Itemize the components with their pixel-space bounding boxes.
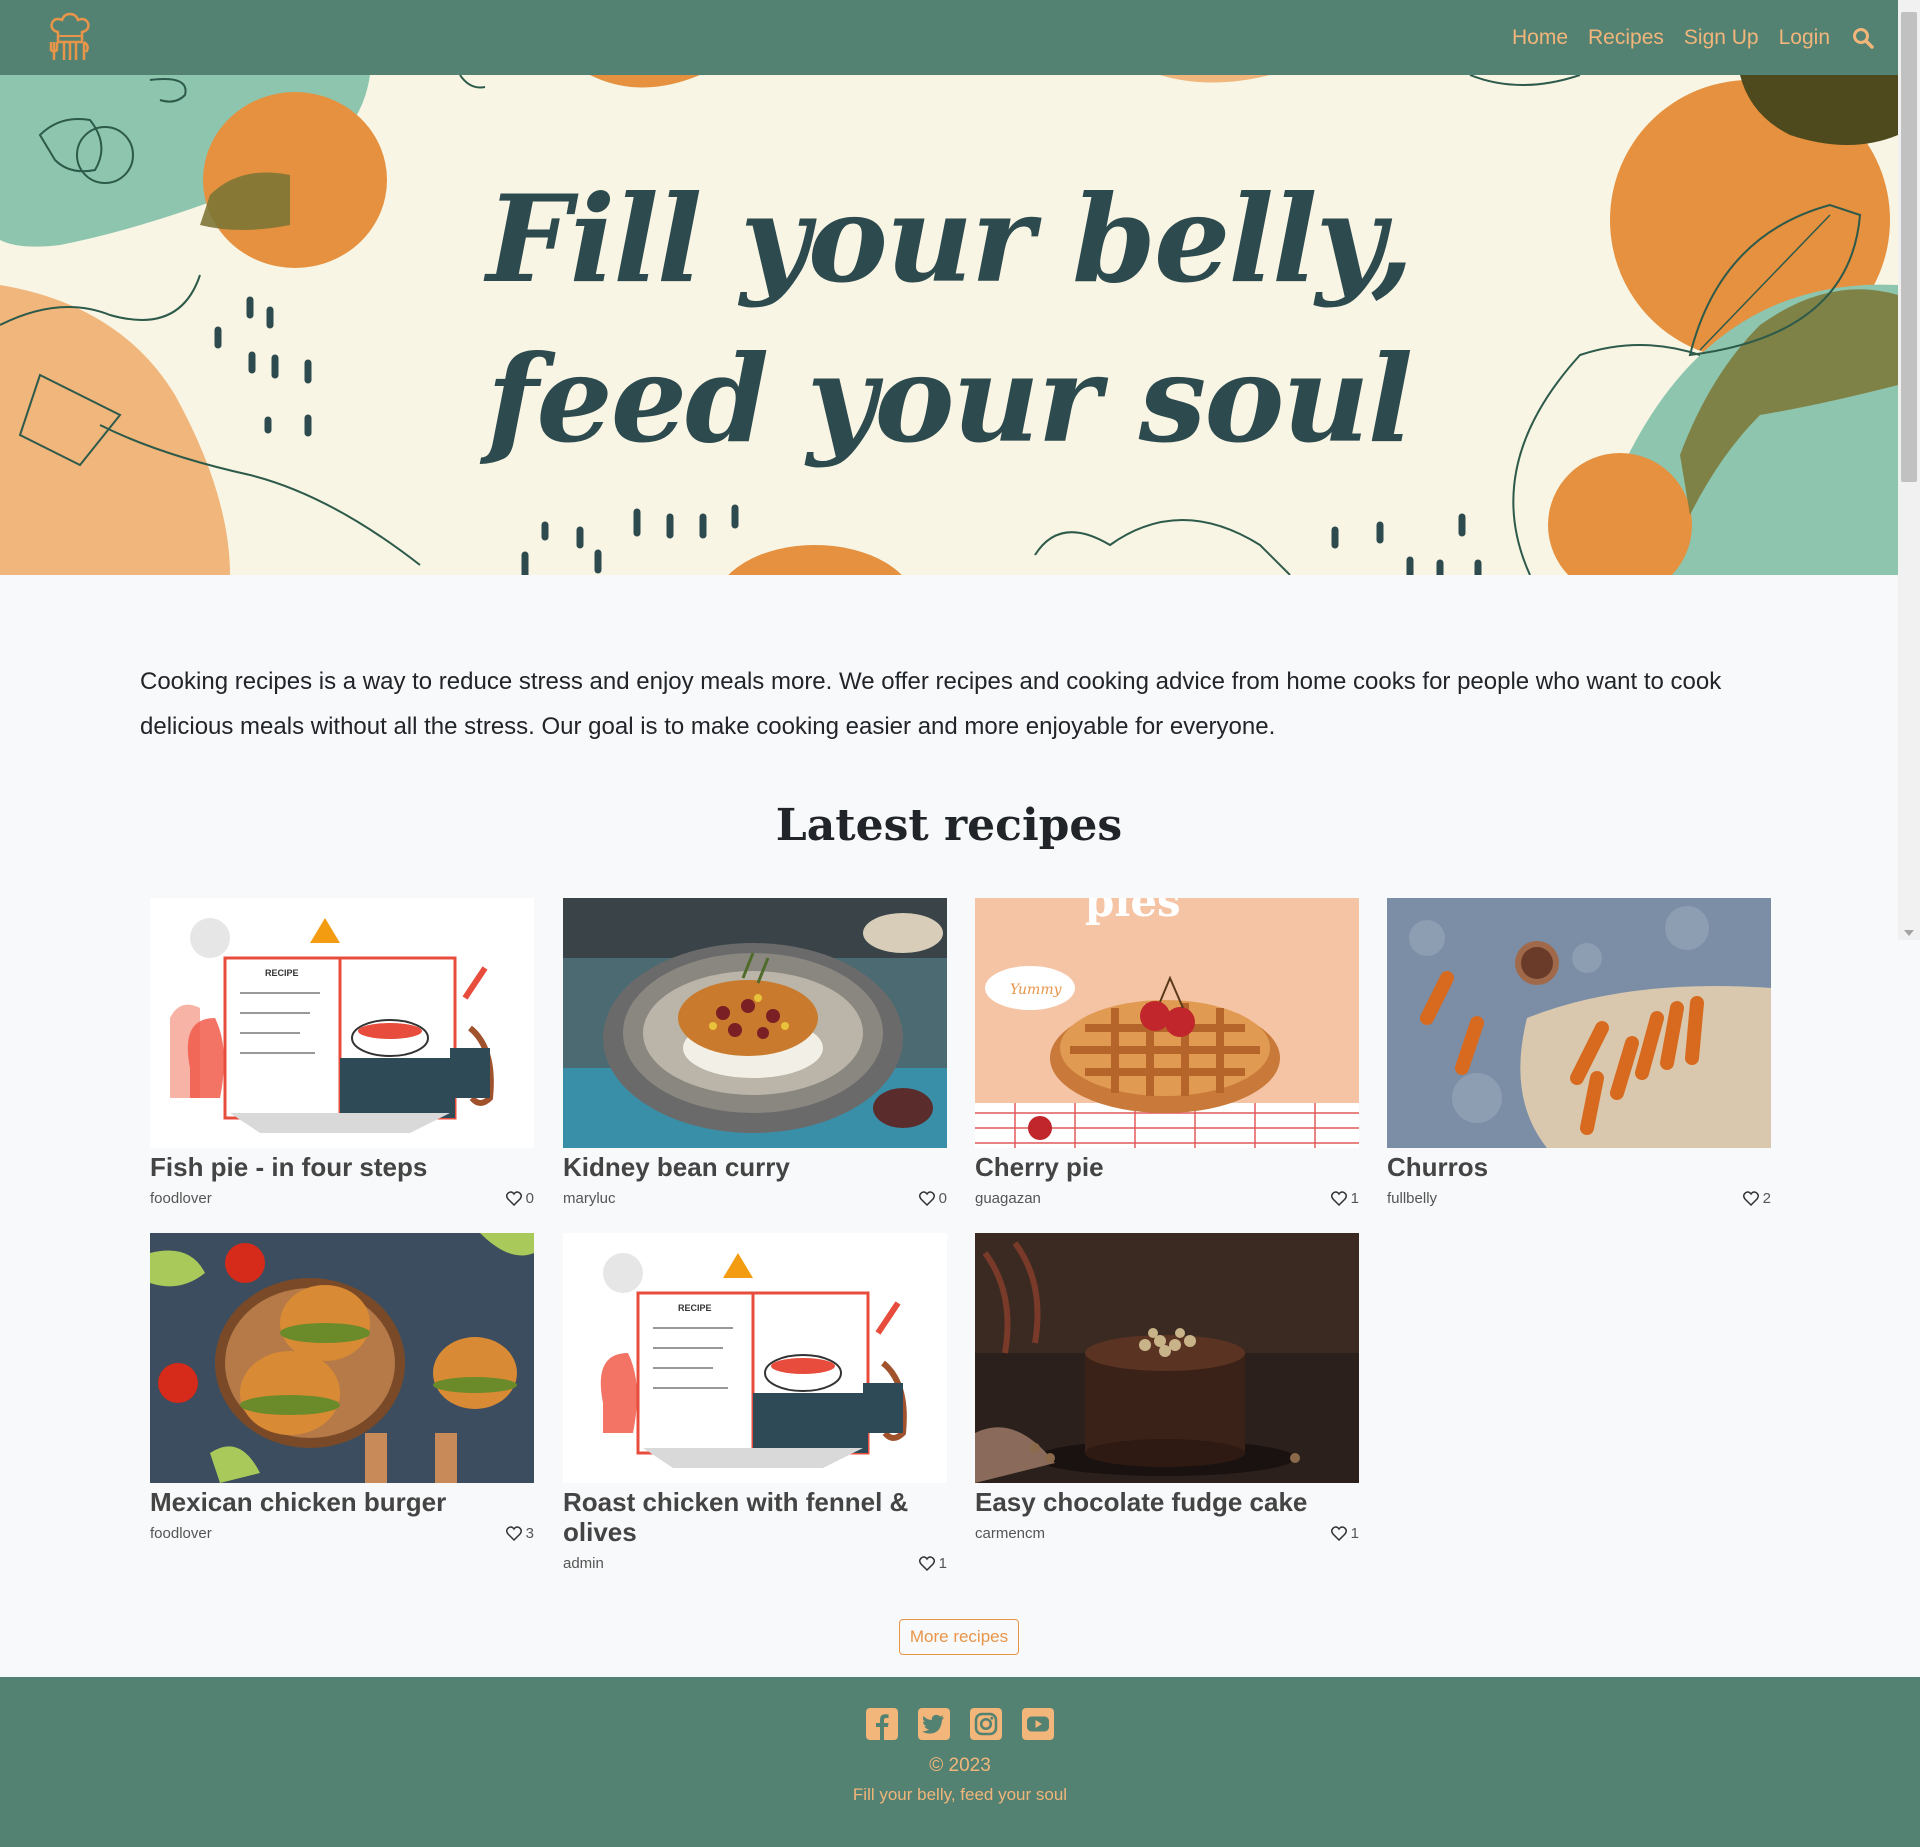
recipe-author: guagazan xyxy=(975,1190,1041,1207)
like-button[interactable]: 3 xyxy=(505,1525,534,1542)
recipe-card[interactable]: RECIPE Roast chicken with fennel & olive… xyxy=(563,1233,947,1572)
more-recipes-button[interactable]: More recipes xyxy=(899,1619,1019,1655)
recipe-author: fullbelly xyxy=(1387,1190,1438,1207)
svg-text:RECIPE: RECIPE xyxy=(265,968,299,978)
svg-text:Yummy: Yummy xyxy=(1010,982,1063,998)
recipe-title[interactable]: Kidney bean curry xyxy=(563,1152,947,1182)
like-count: 0 xyxy=(525,1190,534,1207)
bean-curry-bowl-photo xyxy=(563,898,947,1148)
like-button[interactable]: 0 xyxy=(918,1190,947,1207)
recipe-card[interactable]: Yummy pies Cherry pie guagazan 1 xyxy=(975,898,1359,1207)
top-navbar: Home Recipes Sign Up Login xyxy=(0,0,1898,75)
youtube-icon[interactable] xyxy=(1021,1707,1055,1741)
svg-text:pies: pies xyxy=(1085,898,1181,926)
recipe-title[interactable]: Fish pie - in four steps xyxy=(150,1152,534,1182)
heart-icon xyxy=(1742,1191,1759,1206)
like-button[interactable]: 0 xyxy=(505,1190,534,1207)
facebook-icon[interactable] xyxy=(865,1707,899,1741)
nav-sign-up[interactable]: Sign Up xyxy=(1684,26,1759,50)
page-scrollbar[interactable] xyxy=(1898,0,1920,940)
hero-title-line-1: Fill your belly, xyxy=(486,169,1413,310)
latest-recipes-heading: Latest recipes xyxy=(775,800,1123,851)
nav-recipes[interactable]: Recipes xyxy=(1588,26,1664,50)
like-button[interactable]: 1 xyxy=(918,1555,947,1572)
recipe-book-illustration: RECIPE xyxy=(150,898,534,1148)
hero-banner: Fill your belly, feed your soul xyxy=(0,75,1898,575)
heart-icon xyxy=(505,1526,522,1541)
recipe-author: admin xyxy=(563,1555,604,1572)
recipe-meta: foodlover 3 xyxy=(150,1525,534,1542)
site-footer: © 2023 Fill your belly, feed your soul xyxy=(0,1677,1920,1847)
footer-tagline: Fill your belly, feed your soul xyxy=(852,1785,1068,1804)
nav-links: Home Recipes Sign Up Login xyxy=(1492,25,1876,51)
like-count: 1 xyxy=(1350,1525,1359,1542)
nav-login[interactable]: Login xyxy=(1779,26,1830,50)
burgers-photo xyxy=(150,1233,534,1483)
recipe-card[interactable]: Kidney bean curry maryluc 0 xyxy=(563,898,947,1207)
like-count: 3 xyxy=(525,1525,534,1542)
social-links xyxy=(0,1707,1920,1741)
recipe-meta: admin 1 xyxy=(563,1555,947,1572)
hero-title-line-2: feed your soul xyxy=(486,329,1413,470)
svg-text:RECIPE: RECIPE xyxy=(678,1303,712,1313)
recipe-card[interactable]: Mexican chicken burger foodlover 3 xyxy=(150,1233,534,1542)
like-count: 2 xyxy=(1762,1190,1771,1207)
like-count: 1 xyxy=(1350,1190,1359,1207)
recipe-title[interactable]: Churros xyxy=(1387,1152,1771,1182)
heart-icon xyxy=(918,1191,935,1206)
like-button[interactable]: 1 xyxy=(1330,1525,1359,1542)
recipe-title[interactable]: Roast chicken with fennel & olives xyxy=(563,1487,947,1547)
chef-hat-utensils-icon xyxy=(49,12,90,60)
hero-title: Fill your belly, feed your soul xyxy=(0,160,1898,480)
instagram-icon[interactable] xyxy=(969,1707,1003,1741)
recipe-meta: maryluc 0 xyxy=(563,1190,947,1207)
recipe-card[interactable]: Easy chocolate fudge cake carmencm 1 xyxy=(975,1233,1359,1542)
recipe-meta: foodlover 0 xyxy=(150,1190,534,1207)
nav-home[interactable]: Home xyxy=(1512,26,1568,50)
like-count: 0 xyxy=(938,1190,947,1207)
recipe-author: carmencm xyxy=(975,1525,1046,1542)
heart-icon xyxy=(1330,1191,1347,1206)
recipe-card[interactable]: Churros fullbelly 2 xyxy=(1387,898,1771,1207)
heart-icon xyxy=(505,1191,522,1206)
brand-logo[interactable] xyxy=(40,8,100,68)
heart-icon xyxy=(1330,1526,1347,1541)
recipe-title[interactable]: Cherry pie xyxy=(975,1152,1359,1182)
recipe-card[interactable]: RECIPE Fish pie - in four steps foodlove… xyxy=(150,898,534,1207)
recipe-meta: guagazan 1 xyxy=(975,1190,1359,1207)
recipe-author: maryluc xyxy=(563,1190,616,1207)
search-icon[interactable] xyxy=(1850,25,1876,51)
like-count: 1 xyxy=(938,1555,947,1572)
recipe-meta: fullbelly 2 xyxy=(1387,1190,1771,1207)
intro-paragraph: Cooking recipes is a way to reduce stres… xyxy=(140,668,1722,740)
recipe-title[interactable]: Easy chocolate fudge cake xyxy=(975,1487,1359,1517)
footer-copyright: © 2023 xyxy=(929,1755,991,1776)
heart-icon xyxy=(918,1556,935,1571)
recipe-meta: carmencm 1 xyxy=(975,1525,1359,1542)
scroll-down-arrow-icon[interactable] xyxy=(1904,930,1914,936)
cherry-pie-illustration: Yummy pies xyxy=(975,898,1359,1148)
chocolate-cake-photo xyxy=(975,1233,1359,1483)
like-button[interactable]: 1 xyxy=(1330,1190,1359,1207)
like-button[interactable]: 2 xyxy=(1742,1190,1771,1207)
recipe-title[interactable]: Mexican chicken burger xyxy=(150,1487,534,1517)
recipe-book-illustration: RECIPE xyxy=(563,1233,947,1483)
twitter-icon[interactable] xyxy=(917,1707,951,1741)
recipe-author: foodlover xyxy=(150,1190,212,1207)
scrollbar-thumb[interactable] xyxy=(1901,12,1917,482)
churros-photo xyxy=(1387,898,1771,1148)
recipe-author: foodlover xyxy=(150,1525,212,1542)
